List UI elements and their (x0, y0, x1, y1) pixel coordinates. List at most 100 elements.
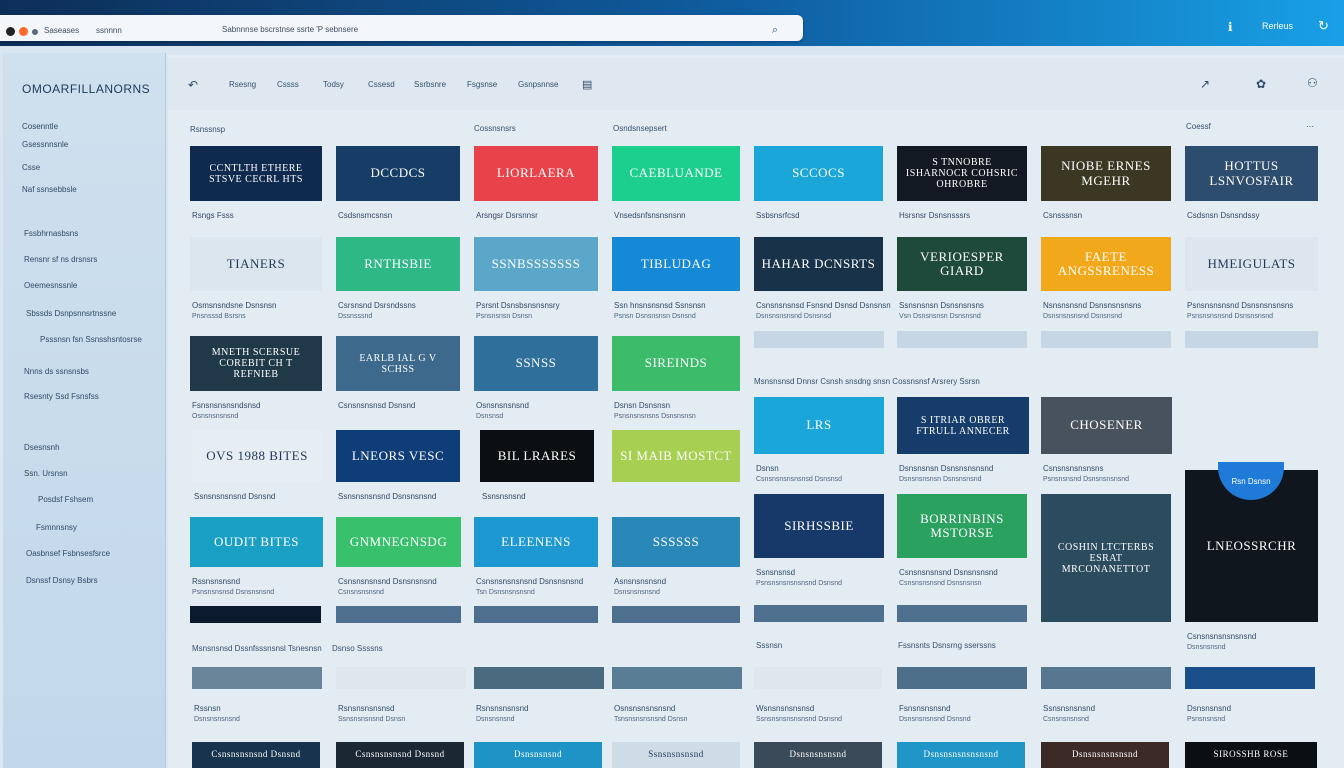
info-bar[interactable] (190, 606, 321, 623)
content-card[interactable]: OUDIT BITES (190, 517, 323, 567)
content-card[interactable]: SI MAIB MOSTCT (612, 430, 740, 482)
sidebar-item[interactable]: Gsessnnsnle (22, 140, 68, 149)
bottom-card[interactable]: Ssnsnsnsnsnd (612, 742, 740, 768)
bottom-card[interactable]: Dsnsnsnsnsnd (754, 742, 882, 768)
bottom-card[interactable]: Csnsnsnsnsnd Dsnsnd (192, 742, 320, 768)
sidebar-item[interactable]: Rsesnty Ssd Fsnsfss (24, 392, 99, 401)
more-icon[interactable]: ⋯ (1306, 122, 1314, 131)
user-icon[interactable]: ⚇ (1307, 76, 1318, 90)
sidebar-item[interactable]: Dsnssf Dsnsy Bsbrs (26, 576, 98, 585)
thumbnail-strip[interactable] (192, 667, 322, 689)
content-card[interactable]: LIORLAERA (474, 146, 598, 201)
content-card[interactable]: SIREINDS (612, 336, 740, 391)
content-card[interactable]: ELEENENS (474, 517, 598, 567)
thumbnail-strip[interactable] (1041, 667, 1171, 689)
tab-short[interactable]: ssnnnn (96, 26, 122, 35)
content-card[interactable]: DCCDCS (336, 146, 460, 201)
sidebar-item[interactable]: Rensnr sf ns drsnsrs (24, 255, 97, 264)
window-dot-grey[interactable] (32, 29, 38, 35)
content-card[interactable]: SIRHSSBIE (754, 494, 884, 558)
content-card[interactable]: HOTTUS LSNVOSFAIR (1185, 146, 1318, 201)
sidebar-item[interactable]: Dsesnsnh (24, 443, 60, 452)
toolbar-tab[interactable]: Cssesd (368, 80, 395, 89)
toolbar-tab[interactable]: Fsgsnse (467, 80, 497, 89)
info-bar[interactable] (754, 605, 884, 622)
content-card[interactable]: CHOSENER (1041, 397, 1172, 454)
toolbar-tab[interactable]: Rsesng (229, 80, 256, 89)
thumbnail-strip[interactable] (336, 667, 466, 689)
bottom-card[interactable]: Dsnsnsnsnsnsnsnd (897, 742, 1025, 768)
document-icon[interactable]: ▤ (582, 78, 592, 91)
content-card[interactable]: HMEIGULATS (1185, 237, 1318, 291)
back-arrow-icon[interactable]: ↶ (188, 78, 198, 92)
thumbnail-strip[interactable] (897, 667, 1027, 689)
thumbnail-strip[interactable] (754, 667, 882, 689)
content-card[interactable]: CCNTLTH ETHERE STSVE CECRL HTS (190, 146, 322, 201)
content-card[interactable]: NIOBE ERNES MGEHR (1041, 146, 1171, 201)
content-card[interactable]: TIBLUDAG (612, 237, 740, 291)
content-card[interactable]: HAHAR DCNSRTS (754, 237, 883, 291)
info-bar[interactable] (474, 606, 598, 623)
content-card[interactable]: OVS 1988 BITES (192, 430, 322, 482)
content-card[interactable]: RNTHSBIE (336, 237, 460, 291)
info-bar[interactable] (612, 606, 740, 623)
info-bar[interactable] (336, 606, 461, 623)
content-card[interactable]: S TNNOBRE ISHARNOCR COHSRIC OHROBRE (897, 146, 1027, 201)
bottom-card[interactable]: SIROSSHB ROSE (1185, 742, 1317, 768)
content-card[interactable]: SSNSS (474, 336, 598, 391)
toolbar-tab[interactable]: Cssss (277, 80, 299, 89)
bottom-card[interactable]: Dsnsnsnsnsnsnd (1041, 742, 1169, 768)
tab-text[interactable]: Saseases (44, 26, 79, 35)
info-bar[interactable] (1185, 331, 1318, 348)
sidebar-item[interactable]: Oasbnsef Fsbnsesfsrce (26, 549, 110, 558)
browser-right-label[interactable]: Rerleus (1262, 21, 1293, 31)
window-dot-dark[interactable] (6, 27, 15, 36)
sidebar-item[interactable]: Fsmnnsnsy (36, 523, 77, 532)
info-bar[interactable] (897, 605, 1027, 622)
content-card[interactable]: LNEORS VESC (336, 430, 460, 482)
thumbnail-strip[interactable] (612, 667, 742, 689)
toolbar-tab[interactable]: Ssrbsnre (414, 80, 446, 89)
thumbnail-strip[interactable] (474, 667, 604, 689)
content-card[interactable]: LRS (754, 397, 884, 454)
bottom-card[interactable]: Csnsnsnsnsnd Dsnsnd (336, 742, 464, 768)
thumbnail-strip[interactable] (1185, 667, 1315, 689)
window-dot-orange[interactable] (19, 27, 28, 36)
sidebar-item[interactable]: Cosenntle (22, 122, 58, 131)
chart-icon[interactable]: ↗ (1200, 77, 1210, 91)
sidebar-item[interactable]: Oeemesnssnle (24, 281, 77, 290)
sidebar-item[interactable]: Naf ssnsebbsle (22, 185, 77, 194)
sidebar-item[interactable]: Ssn. Ursnsn (24, 469, 68, 478)
content-card[interactable]: FAETE ANGSSRENESS (1041, 237, 1171, 291)
content-card[interactable]: TIANERS (190, 237, 322, 291)
content-card[interactable]: GNMNEGNSDG (336, 517, 461, 567)
content-card[interactable]: SSNBSSSSSSS (474, 237, 598, 291)
toolbar-tab[interactable]: Gsnpsnnse (518, 80, 558, 89)
sidebar-item[interactable]: Posdsf Fshsem (38, 495, 93, 504)
sidebar-item[interactable]: Csse (22, 163, 40, 172)
address-icon[interactable]: ⌕ (772, 24, 778, 37)
toolbar-tab[interactable]: Todsy (323, 80, 344, 89)
sidebar-item[interactable]: Nnns ds ssnsnsbs (24, 367, 89, 376)
info-bar[interactable] (754, 331, 884, 348)
content-card[interactable]: CAEBLUANDE (612, 146, 740, 201)
content-card[interactable]: VERIOESPER GIARD (897, 237, 1027, 291)
content-card[interactable]: BIL LRARES (480, 430, 594, 482)
refresh-icon[interactable]: ↻ (1318, 18, 1329, 34)
content-card[interactable]: COSHIN LTCTERBS ESRAT MRCONANETTOT (1041, 494, 1171, 622)
info-bar[interactable] (897, 331, 1027, 348)
sidebar-item[interactable]: Psssnsn fsn Ssnsshsntosrse (40, 335, 142, 344)
bottom-card[interactable]: Dsnsnsnsnd (474, 742, 602, 768)
content-card[interactable]: EARLB IAL G V SCHSS (336, 336, 460, 391)
content-card[interactable]: SSSSSS (612, 517, 740, 567)
content-card[interactable]: S ITRIAR OBRER FTRULL ANNECER (897, 397, 1029, 454)
content-card[interactable]: SCCOCS (754, 146, 883, 201)
content-card[interactable]: BORRINBINS MSTORSE (897, 494, 1027, 558)
info-bar[interactable] (1041, 331, 1171, 348)
url-text[interactable]: Sabnnnse bscrstnse ssrte 'P sebnsere (222, 25, 358, 34)
tip-icon[interactable]: ℹ (1228, 20, 1233, 34)
sidebar-item[interactable]: Fssbhrnasbsns (24, 229, 78, 238)
sidebar-item[interactable]: Sbssds Dsnpsnnsrtnssne (26, 309, 116, 318)
flower-icon[interactable]: ✿ (1256, 77, 1266, 91)
content-card[interactable]: MNETH SCERSUE COREBIT CH T REFNIEB (190, 336, 322, 391)
